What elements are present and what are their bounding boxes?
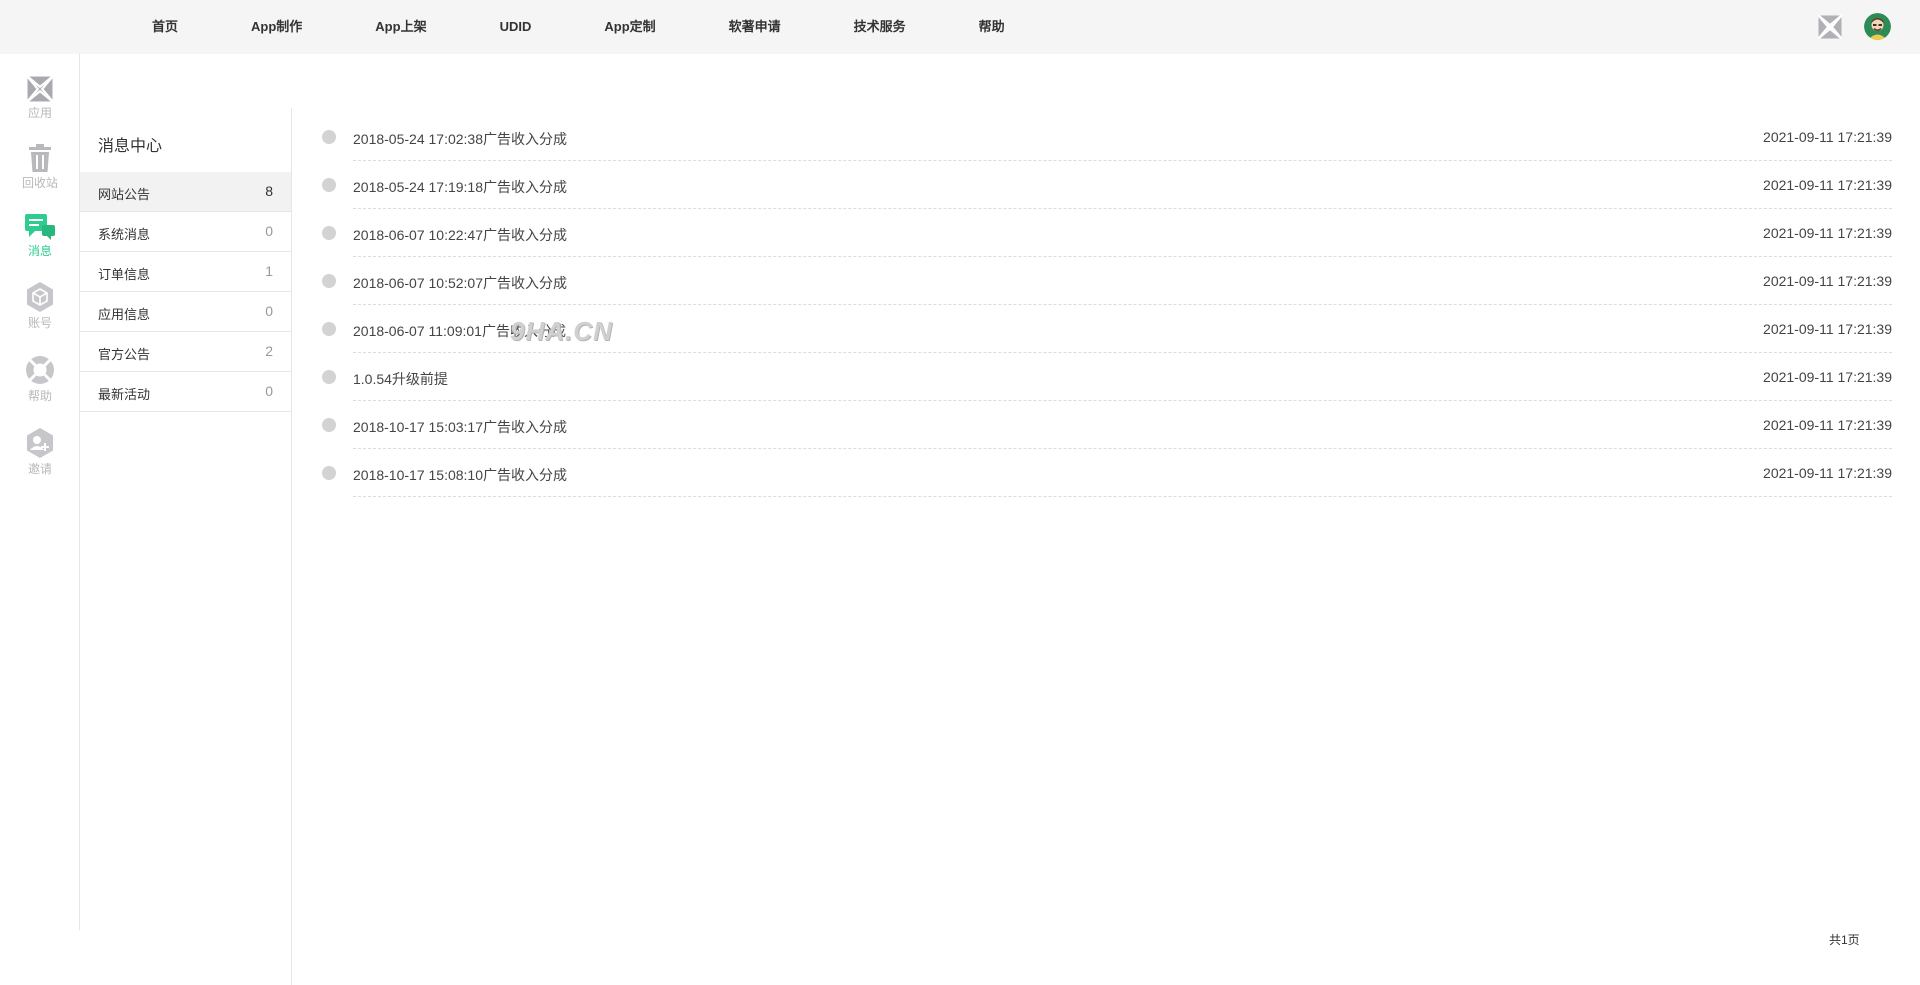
list-item[interactable]: 2018-06-07 10:22:47广告收入分成 2021-09-11 17:…: [322, 209, 1892, 257]
top-navigation-bar: 首页 App制作 App上架 UDID App定制 软著申请 技术服务 帮助: [0, 0, 1920, 54]
message-time: 2021-09-11 17:21:39: [1763, 129, 1892, 145]
category-name: 最新活动: [98, 387, 151, 402]
user-avatar[interactable]: [1864, 13, 1891, 40]
message-time: 2021-09-11 17:21:39: [1763, 465, 1892, 481]
unread-dot: [322, 466, 336, 480]
nav-home[interactable]: 首页: [140, 0, 190, 54]
sidebar-label: 消息: [27, 244, 52, 258]
list-item[interactable]: 1.0.54升级前提 2021-09-11 17:21:39: [322, 353, 1892, 401]
list-item[interactable]: 2018-10-17 15:03:17广告收入分成 2021-09-11 17:…: [322, 401, 1892, 449]
message-time: 2021-09-11 17:21:39: [1763, 273, 1892, 289]
category-count: 2: [265, 343, 273, 359]
sidebar-label: 帮助: [27, 389, 52, 403]
account-icon: [0, 282, 80, 312]
category-order-info[interactable]: 订单信息 1: [80, 252, 291, 292]
message-time: 2021-09-11 17:21:39: [1763, 417, 1892, 433]
message-icon: [0, 214, 80, 240]
nav-copyright-apply[interactable]: 软著申请: [717, 0, 793, 54]
category-name: 应用信息: [98, 307, 151, 322]
message-title[interactable]: 2018-10-17 15:03:17广告收入分成: [353, 417, 567, 437]
category-system-messages[interactable]: 系统消息 0: [80, 212, 291, 252]
message-category-panel: 消息中心 网站公告 8 系统消息 0 订单信息 1 应用信息 0 官方公告 2 …: [80, 108, 292, 985]
watermark: 9HA.CN: [510, 316, 613, 346]
message-list: 2018-05-24 17:02:38广告收入分成 2021-09-11 17:…: [322, 113, 1892, 497]
category-count: 0: [265, 303, 273, 319]
nav-app-make[interactable]: App制作: [239, 0, 314, 54]
message-title[interactable]: 2018-06-07 10:22:47广告收入分成: [353, 225, 567, 245]
sidebar-item-trash[interactable]: 回收站: [0, 144, 80, 204]
message-time: 2021-09-11 17:21:39: [1763, 369, 1892, 385]
unread-dot: [322, 226, 336, 240]
category-name: 网站公告: [98, 187, 151, 202]
sidebar-label: 回收站: [21, 176, 58, 190]
category-app-info[interactable]: 应用信息 0: [80, 292, 291, 332]
message-time: 2021-09-11 17:21:39: [1763, 225, 1892, 241]
category-name: 系统消息: [98, 227, 151, 242]
category-count: 8: [265, 183, 273, 199]
category-site-announcements[interactable]: 网站公告 8: [80, 172, 291, 212]
category-latest-activities[interactable]: 最新活动 0: [80, 372, 291, 412]
sidebar-item-account[interactable]: 账号: [0, 282, 80, 342]
message-title[interactable]: 2018-05-24 17:19:18广告收入分成: [353, 177, 567, 197]
unread-dot: [322, 322, 336, 336]
category-count: 0: [265, 223, 273, 239]
icon-sidebar: 应用 回收站 消息 账号 帮助 邀请: [0, 54, 80, 930]
unread-dot: [322, 130, 336, 144]
message-title[interactable]: 2018-05-24 17:02:38广告收入分成: [353, 129, 567, 149]
category-name: 订单信息: [98, 267, 151, 282]
trash-icon: [0, 144, 80, 172]
apps-grid-icon: [0, 76, 80, 102]
message-time: 2021-09-11 17:21:39: [1763, 321, 1892, 337]
nav-tech-service[interactable]: 技术服务: [842, 0, 918, 54]
sidebar-item-apps[interactable]: 应用: [0, 76, 80, 136]
sidebar-label: 应用: [27, 106, 52, 120]
nav-udid[interactable]: UDID: [488, 0, 544, 54]
message-title[interactable]: 1.0.54升级前提: [353, 369, 448, 389]
category-count: 1: [265, 263, 273, 279]
sidebar-label: 账号: [27, 316, 52, 330]
message-center-title: 消息中心: [98, 138, 163, 155]
unread-dot: [322, 178, 336, 192]
category-list: 网站公告 8 系统消息 0 订单信息 1 应用信息 0 官方公告 2 最新活动 …: [80, 172, 291, 412]
message-time: 2021-09-11 17:21:39: [1763, 177, 1892, 193]
sidebar-item-invite[interactable]: 邀请: [0, 428, 80, 488]
list-item[interactable]: 2018-06-07 10:52:07广告收入分成 2021-09-11 17:…: [322, 257, 1892, 305]
qr-code-icon[interactable]: [1817, 14, 1843, 40]
nav-app-custom[interactable]: App定制: [592, 0, 667, 54]
category-official-announcements[interactable]: 官方公告 2: [80, 332, 291, 372]
list-item[interactable]: 2018-05-24 17:19:18广告收入分成 2021-09-11 17:…: [322, 161, 1892, 209]
sidebar-item-help[interactable]: 帮助: [0, 355, 80, 415]
category-count: 0: [265, 383, 273, 399]
list-item[interactable]: 2018-05-24 17:02:38广告收入分成 2021-09-11 17:…: [322, 113, 1892, 161]
invite-icon: [0, 428, 80, 458]
nav-app-publish[interactable]: App上架: [363, 0, 438, 54]
message-title[interactable]: 2018-10-17 15:08:10广告收入分成: [353, 465, 567, 485]
list-item[interactable]: 2018-10-17 15:08:10广告收入分成 2021-09-11 17:…: [322, 449, 1892, 497]
unread-dot: [322, 274, 336, 288]
sidebar-label: 邀请: [27, 462, 52, 476]
divider: [353, 496, 1892, 497]
message-title[interactable]: 2018-06-07 10:52:07广告收入分成: [353, 273, 567, 293]
help-lifebuoy-icon: [0, 355, 80, 385]
category-name: 官方公告: [98, 347, 151, 362]
pagination-total: 共1页: [1829, 933, 1860, 947]
sidebar-item-messages[interactable]: 消息: [0, 214, 80, 274]
main-nav: 首页 App制作 App上架 UDID App定制 软著申请 技术服务 帮助: [140, 0, 1066, 54]
unread-dot: [322, 370, 336, 384]
nav-help[interactable]: 帮助: [967, 0, 1017, 54]
unread-dot: [322, 418, 336, 432]
